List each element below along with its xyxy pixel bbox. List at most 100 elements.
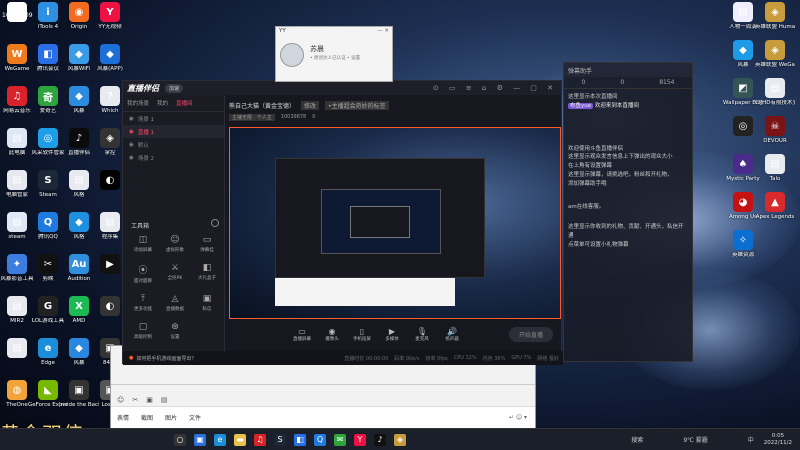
- tab-scenes[interactable]: 我的场景: [127, 99, 149, 107]
- app-icon: ✂: [38, 254, 58, 274]
- yy-title: YY: [279, 28, 286, 34]
- tool-button[interactable]: ▭ 弹幕挂: [191, 235, 223, 253]
- im-action[interactable]: 表情: [117, 413, 129, 422]
- app-icon: ▶: [100, 254, 120, 274]
- stream-preview[interactable]: [229, 127, 561, 319]
- image-icon[interactable]: ▣: [146, 396, 153, 404]
- desktop-icon-label: 英雄联盟 WeGame版: [755, 62, 795, 68]
- taskbar-search-label[interactable]: 搜索: [631, 435, 643, 444]
- explorer-icon[interactable]: ▬: [234, 433, 246, 446]
- eye-icon[interactable]: ◉: [129, 116, 134, 122]
- eye-icon[interactable]: ◉: [129, 155, 134, 161]
- scene-item[interactable]: ◉ 默认: [123, 138, 224, 151]
- stat-value: 0: [581, 79, 586, 86]
- status-bar: ● 如何把手机游戏画面导出？ 直播时长 00:00:00 码率 0kb/s 帧率 0…: [123, 351, 563, 365]
- app-icon: ▤: [7, 170, 27, 190]
- desktop-icon[interactable]: ▲ Apex Legends: [756, 192, 794, 220]
- desktop-icon[interactable]: ✧ 英雄资源: [724, 230, 762, 258]
- taskview-icon[interactable]: ▣: [194, 433, 206, 446]
- live-icon[interactable]: ♪: [374, 433, 386, 446]
- scene-item[interactable]: ◉ 场景 2: [123, 151, 224, 164]
- desktop-icon[interactable]: ☠ DEVOUR: [756, 116, 794, 144]
- avatar[interactable]: [280, 43, 304, 67]
- game-icon[interactable]: ◈: [394, 433, 406, 446]
- source-button[interactable]: 🔊 扬声器: [439, 327, 465, 342]
- tool-button[interactable]: ▢ 高级控制: [127, 322, 159, 340]
- eye-icon[interactable]: ◉: [129, 129, 134, 135]
- meeting-icon[interactable]: ◧: [294, 433, 306, 446]
- app-titlebar: 直播伴侣 加速 ⊙ ▭ ≡ ⌂ ⚙ — ▢ ✕: [123, 81, 561, 95]
- tag-button[interactable]: •主播超会奇妙的标签: [325, 101, 389, 110]
- emoji-icon[interactable]: ☺: [117, 396, 124, 404]
- source-button[interactable]: ◉ 摄像头: [319, 327, 345, 342]
- qq-icon[interactable]: Q: [314, 433, 326, 446]
- app-icon: ✦: [7, 254, 27, 274]
- tool-button[interactable]: ◬ 直播数据: [159, 294, 191, 312]
- window-controls[interactable]: ⊙ ▭ ≡ ⌂ ⚙ — ▢ ✕: [433, 84, 557, 92]
- tool-button[interactable]: ⚔ 全民PK: [159, 263, 191, 284]
- bottom-toolbar: ▭ 直播屏幕 ◉ 摄像头 ▯ 手机投屏 ▶ 多媒体 🎙 麦克风 🔊 扬声器 开始直播: [229, 323, 561, 345]
- desktop-icon[interactable]: ▤ CPHD有限技术支: [755, 78, 795, 106]
- im-action[interactable]: 截图: [141, 413, 153, 422]
- app-icon: W: [7, 44, 27, 64]
- desktop-icon[interactable]: Y YY无视频: [91, 2, 129, 30]
- tool-label: 弹幕挂: [200, 248, 214, 253]
- status-item: 帧率 0fps: [425, 355, 448, 362]
- tool-button[interactable]: ⦿ 面对面聊: [127, 263, 159, 284]
- help-notice[interactable]: 如何把手机游戏画面导出？: [136, 355, 196, 362]
- chat-line-highlight: 布鱼yue 欢迎来到本直播间: [568, 102, 688, 111]
- weather[interactable]: 9℃ 雾霾: [683, 435, 707, 444]
- input-lang[interactable]: 中: [748, 435, 754, 444]
- scene-item[interactable]: ◉ 场景 1: [123, 112, 224, 125]
- im-action[interactable]: 文件: [189, 413, 201, 422]
- clock-date: 2022/11/2: [763, 439, 792, 446]
- desktop-icon[interactable]: ◆ 风暴(APP): [91, 44, 129, 72]
- source-button[interactable]: ▭ 直播屏幕: [289, 327, 315, 342]
- app-icon: ▤: [7, 338, 27, 358]
- tool-button[interactable]: ▣ 私信: [191, 294, 223, 312]
- scene-item[interactable]: ◉ 直播 1: [123, 125, 224, 138]
- tab-live[interactable]: 直播间: [176, 99, 193, 107]
- chat-text: 欢迎来到本直播间: [594, 102, 639, 109]
- tool-label: 高级控制: [134, 335, 152, 340]
- tool-button[interactable]: ⊛ 设置: [159, 322, 191, 340]
- source-button[interactable]: 🎙 麦克风: [409, 327, 435, 342]
- app-icon: ◕: [733, 192, 753, 212]
- source-label: 麦克风: [415, 336, 429, 342]
- app-icon: ▤: [733, 2, 753, 22]
- tool-icon: ⚔: [170, 263, 180, 273]
- tools-settings-icon[interactable]: [211, 219, 219, 227]
- clock[interactable]: 0:05 2022/11/2: [764, 433, 792, 446]
- edit-title-button[interactable]: 修改: [301, 101, 320, 110]
- desktop-icon[interactable]: ▤ Talo: [756, 154, 794, 182]
- app-icon: ▤: [69, 170, 89, 190]
- eye-icon[interactable]: ◉: [129, 142, 134, 148]
- im-action[interactable]: 图片: [165, 413, 177, 422]
- steam-icon[interactable]: S: [274, 433, 286, 446]
- send-icon[interactable]: ↵ ☺ ▾: [509, 414, 527, 421]
- scissors-icon[interactable]: ✂: [132, 396, 138, 404]
- tool-button[interactable]: ◧ 大礼盒子: [191, 263, 223, 284]
- scene-list: ◉ 场景 1 ◉ 直播 1 ◉ 默认 ◉ 场景 2: [123, 112, 224, 164]
- file-icon[interactable]: ▤: [161, 396, 168, 404]
- wechat-icon[interactable]: ✉: [334, 433, 346, 446]
- edge-icon[interactable]: e: [214, 433, 226, 446]
- tool-button[interactable]: ⤒ 更多功能: [127, 294, 159, 312]
- status-item: 码率 0kb/s: [394, 355, 420, 362]
- source-button[interactable]: ▯ 手机投屏: [349, 327, 375, 342]
- start-live-button[interactable]: 开始直播: [508, 326, 553, 342]
- search-icon[interactable]: ○: [174, 433, 186, 446]
- tab-mine[interactable]: 我的: [157, 99, 168, 107]
- nested-im-preview: [275, 278, 455, 306]
- source-button[interactable]: ▶ 多媒体: [379, 327, 405, 342]
- music-icon[interactable]: ♫: [254, 433, 266, 446]
- likes-count: 0: [312, 114, 316, 120]
- desktop-icon[interactable]: ◈ 英雄联盟 WeGame版: [755, 40, 795, 68]
- tool-button[interactable]: ◫ 添加屏幕: [127, 235, 159, 253]
- chat-line: 添加弹幕助手哦: [568, 180, 607, 187]
- desktop-icon-label: Apex Legends: [755, 214, 795, 220]
- yy-icon[interactable]: Y: [354, 433, 366, 446]
- close-icon[interactable]: — ✕: [377, 28, 389, 36]
- desktop-icon[interactable]: ◈ 英雄联盟 Human Fall: [755, 2, 795, 30]
- tool-button[interactable]: ☺ 虚拟形象: [159, 235, 191, 253]
